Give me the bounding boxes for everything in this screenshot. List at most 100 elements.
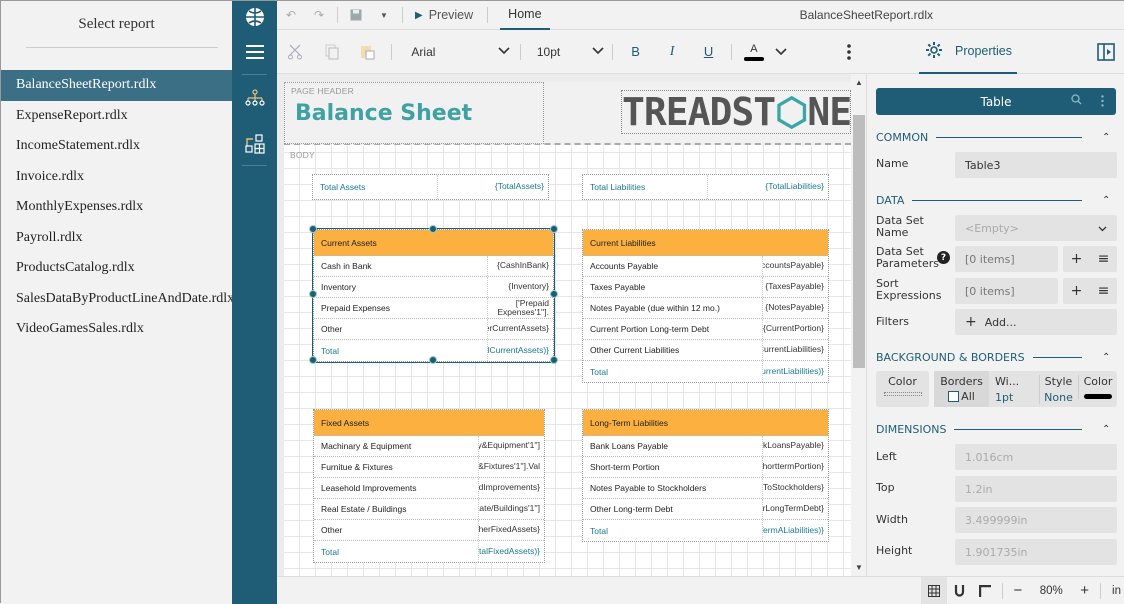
row-label-cell[interactable]: Accounts Payable bbox=[583, 256, 763, 276]
row-label-cell[interactable]: Cash in Bank bbox=[314, 256, 488, 276]
title-textbox[interactable]: PAGE HEADER Balance Sheet bbox=[284, 82, 544, 144]
table-row[interactable]: Furnitue & Fixtures['Furniture&Fixtures'… bbox=[314, 457, 544, 478]
table-row[interactable]: Machinary & Equipment['Machinary&Equipme… bbox=[314, 436, 544, 457]
row-value-cell[interactable]: {Sum(TotalCurrentAssets)} bbox=[488, 340, 553, 361]
row-label-cell[interactable]: Notes Payable to Stockholders bbox=[583, 478, 763, 498]
sort-expressions-input[interactable]: [0 items] bbox=[955, 278, 1058, 304]
report-list-item[interactable]: Payroll.rdlx bbox=[1, 223, 232, 254]
design-canvas[interactable]: PAGE HEADER Balance Sheet TREADST ⬡ NE BOD… bbox=[277, 74, 851, 576]
report-list-item[interactable]: Invoice.rdlx bbox=[1, 162, 232, 193]
dataset-name-select[interactable]: <Empty> bbox=[955, 215, 1117, 241]
name-input[interactable]: Table3 bbox=[955, 152, 1117, 178]
resize-handle[interactable] bbox=[429, 356, 437, 364]
resize-handle[interactable] bbox=[309, 225, 317, 233]
row-label-cell[interactable]: Other bbox=[314, 319, 488, 339]
row-label-cell[interactable]: Total bbox=[314, 340, 488, 361]
table-row[interactable]: Prepaid Expenses ['Prepaid Expenses'1'']. bbox=[314, 298, 553, 319]
chevron-up-icon[interactable]: ⌃ bbox=[1102, 132, 1116, 143]
table-header-row[interactable]: Current Liabilities bbox=[583, 230, 828, 256]
table-row[interactable]: Cash in Bank {CashInBank} bbox=[314, 256, 553, 277]
dataset-params-input[interactable]: [0 items] bbox=[955, 246, 1058, 272]
table-row[interactable]: Other{OtherFixedAssets} bbox=[314, 520, 544, 541]
ruler-icon[interactable] bbox=[972, 577, 998, 604]
table-row[interactable]: Bank Loans Payable{BankLoansPayable} bbox=[583, 436, 828, 457]
table-row[interactable]: Total{Sum(TotalCurrentLiabilities)} bbox=[583, 361, 828, 382]
company-logo[interactable]: TREADST ⬡ NE bbox=[621, 90, 851, 134]
checkbox[interactable] bbox=[948, 391, 960, 402]
row-value-cell[interactable]: {Sum(TotalFixedAssets)} bbox=[479, 541, 544, 562]
more-options-icon[interactable] bbox=[1101, 95, 1104, 110]
add-icon[interactable]: + bbox=[1071, 251, 1083, 267]
row-value-cell[interactable]: {LeaseholdImprovements} bbox=[479, 478, 544, 498]
help-icon[interactable]: ? bbox=[937, 251, 950, 264]
row-label-cell[interactable]: Furnitue & Fixtures bbox=[314, 457, 479, 477]
layout-icon[interactable] bbox=[232, 133, 277, 155]
background-color-picker[interactable]: Color bbox=[876, 371, 929, 407]
add-filter-button[interactable]: + Add... bbox=[955, 309, 1117, 335]
zoom-out-button[interactable]: − bbox=[1007, 577, 1030, 604]
row-value-cell[interactable]: {OtherCurrentAssets} bbox=[488, 319, 553, 339]
zoom-level[interactable]: 80% bbox=[1029, 577, 1073, 604]
row-value-cell[interactable]: ['Furniture&Fixtures'1''].Val bbox=[479, 457, 544, 477]
report-list-item[interactable]: ExpenseReport.rdlx bbox=[1, 101, 232, 132]
underline-button[interactable]: U bbox=[690, 30, 727, 74]
row-label-cell[interactable]: Short-term Portion bbox=[583, 457, 763, 477]
globe-icon[interactable] bbox=[232, 5, 277, 29]
list-icon[interactable]: ≡ bbox=[1098, 251, 1110, 267]
row-value-cell[interactable]: {TaxesPayable} bbox=[763, 277, 828, 297]
table-row[interactable]: Inventory {Inventory} bbox=[314, 277, 553, 298]
italic-button[interactable]: I bbox=[654, 30, 691, 74]
paste-button[interactable] bbox=[350, 30, 387, 74]
row-label-cell[interactable]: Other bbox=[314, 520, 479, 540]
table-header-row[interactable]: Fixed Assets bbox=[314, 410, 544, 436]
row-value-cell[interactable]: {NotesPayableToStockholders} bbox=[763, 478, 828, 498]
report-list-item[interactable]: VideoGamesSales.rdlx bbox=[1, 314, 232, 345]
resize-handle[interactable] bbox=[309, 290, 317, 298]
row-value-cell[interactable]: {CashInBank} bbox=[488, 256, 553, 276]
scroll-thumb[interactable] bbox=[853, 115, 865, 368]
save-dropdown-icon[interactable]: ▼ bbox=[370, 1, 398, 30]
width-input[interactable]: 3.499999in bbox=[955, 507, 1117, 533]
row-value-cell[interactable]: {Inventory} bbox=[488, 277, 553, 297]
border-style-field[interactable]: Style None bbox=[1039, 375, 1077, 404]
table-row[interactable]: Accounts Payable{AccountsPayable} bbox=[583, 256, 828, 277]
border-width-field[interactable]: Wi... 1pt bbox=[991, 375, 1035, 404]
report-list-item[interactable]: BalanceSheetReport.rdlx bbox=[1, 70, 232, 101]
row-label-cell[interactable]: Prepaid Expenses bbox=[314, 298, 488, 318]
row-label-cell[interactable]: Leasehold Improvements bbox=[314, 478, 479, 498]
collapse-panel-icon[interactable] bbox=[1097, 43, 1115, 66]
row-label-cell[interactable]: Total bbox=[583, 361, 763, 382]
table-row[interactable]: Other{OtherCurrentAssets} bbox=[314, 319, 553, 340]
table-row[interactable]: Current Portion Long-term Debt {CurrentPo… bbox=[583, 319, 828, 340]
resize-handle[interactable] bbox=[550, 290, 558, 298]
grid-toggle[interactable] bbox=[920, 577, 947, 604]
row-label-cell[interactable]: Total bbox=[583, 520, 763, 541]
report-list-item[interactable]: SalesDataByProductLineAndDate.rdlx bbox=[1, 284, 234, 315]
chevron-up-icon[interactable]: ⌃ bbox=[1102, 352, 1116, 363]
row-value-cell[interactable]: {BankLoansPayable} bbox=[763, 436, 828, 456]
more-options-icon[interactable] bbox=[830, 30, 867, 74]
font-color-dropdown[interactable] bbox=[772, 30, 790, 74]
row-label-cell[interactable]: Current Portion Long-term Debt bbox=[583, 319, 763, 339]
section-dimensions[interactable]: DIMENSIONS ⌃ bbox=[876, 423, 1116, 436]
page-header-band[interactable]: PAGE HEADER Balance Sheet TREADST ⬡ NE bbox=[284, 82, 851, 145]
height-input[interactable]: 1.901735in bbox=[955, 539, 1117, 565]
menu-icon[interactable] bbox=[232, 40, 277, 64]
table-row[interactable]: Taxes Payable {TaxesPayable} bbox=[583, 277, 828, 298]
row-value-cell[interactable]: ['RealEstate/Buildings'1''] bbox=[479, 499, 544, 519]
report-list-item[interactable]: MonthlyExpenses.rdlx bbox=[1, 192, 232, 223]
table-row[interactable]: Total{Sum(TotalLongTermALiabilities)} bbox=[583, 520, 828, 541]
table-row[interactable]: Real Estate / Buildings['RealEstate/Buil… bbox=[314, 499, 544, 520]
snap-magnet-icon[interactable] bbox=[947, 577, 972, 604]
row-value-cell[interactable]: {CurrentPortion} bbox=[763, 319, 828, 339]
resize-handle[interactable] bbox=[550, 225, 558, 233]
left-input[interactable]: 1.016cm bbox=[955, 444, 1117, 470]
resize-handle[interactable] bbox=[309, 356, 317, 364]
row-label-cell[interactable]: Other Long-term Debt bbox=[583, 499, 763, 519]
bold-button[interactable]: B bbox=[617, 30, 654, 74]
row-value-cell[interactable]: {AccountsPayable} bbox=[763, 256, 828, 276]
vertical-scrollbar[interactable]: ▲ ▼ bbox=[851, 74, 867, 576]
add-icon[interactable]: + bbox=[1071, 283, 1083, 299]
redo-icon[interactable]: ↷ bbox=[305, 1, 333, 30]
borders-all-toggle[interactable]: Borders All bbox=[934, 371, 989, 407]
